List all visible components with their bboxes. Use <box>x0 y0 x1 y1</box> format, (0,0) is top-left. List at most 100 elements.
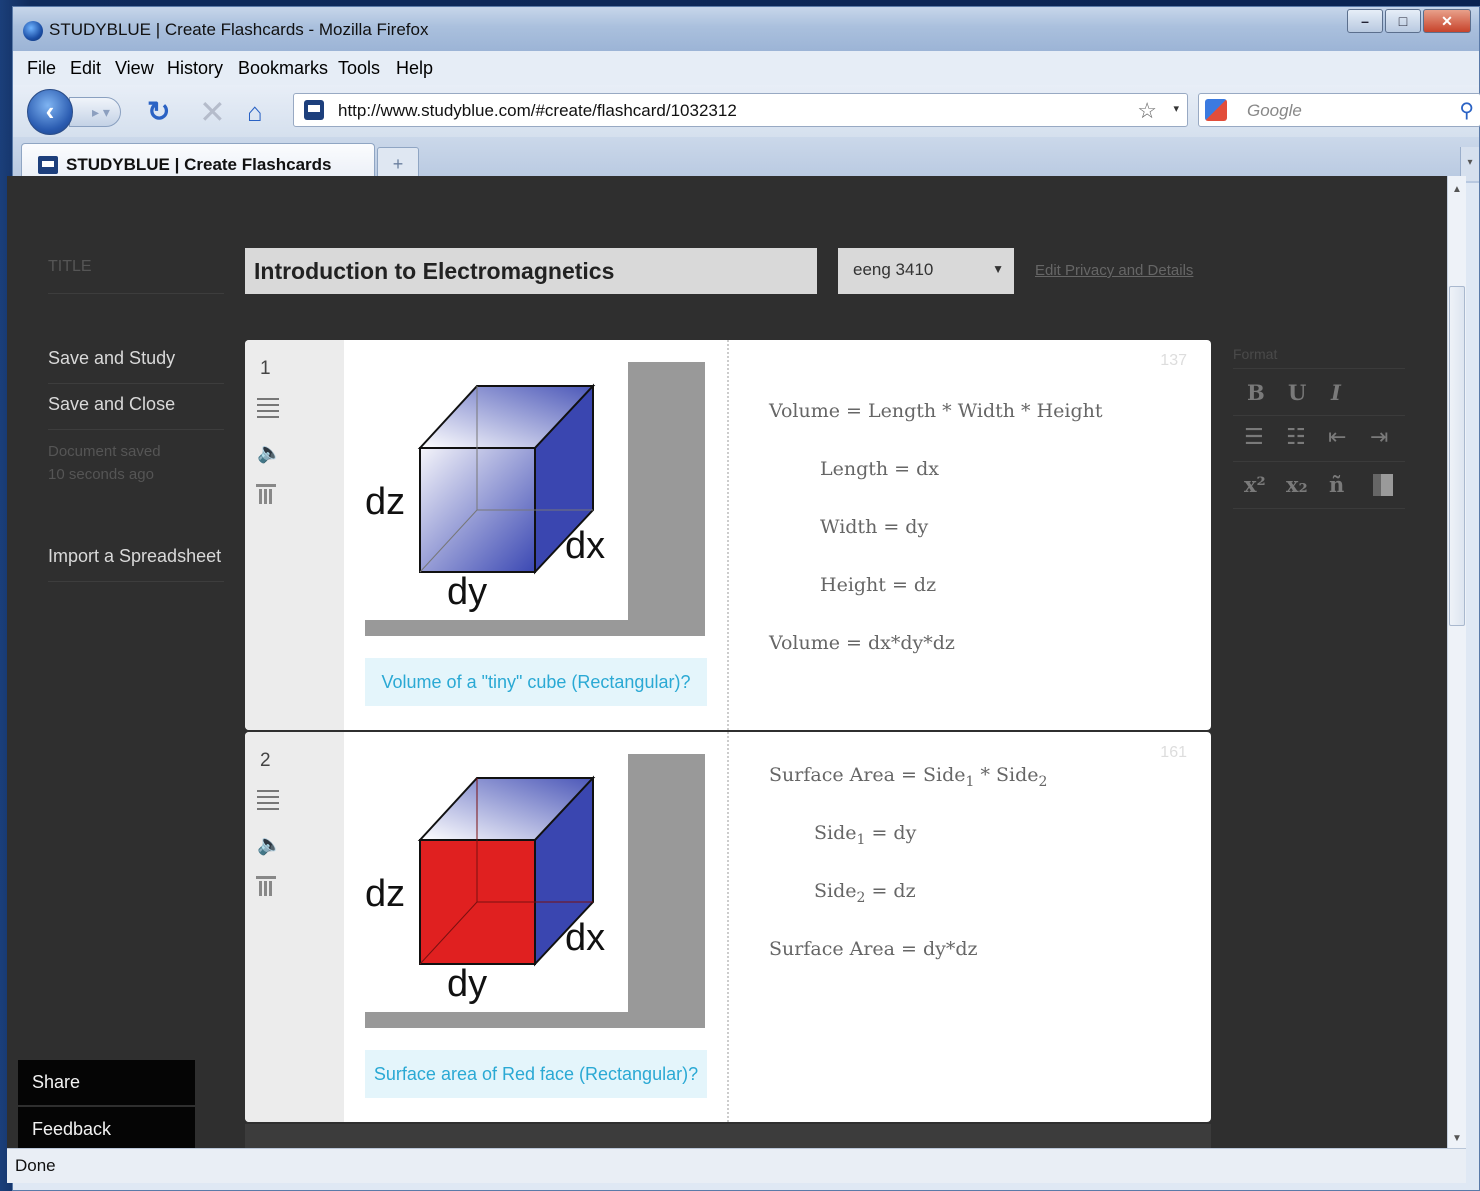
color-icon[interactable] <box>1373 474 1393 496</box>
trash-icon[interactable] <box>256 484 276 504</box>
share-button[interactable]: Share <box>18 1060 195 1105</box>
superscript-button[interactable]: x² <box>1244 472 1266 497</box>
search-box[interactable]: Google ⚲ <box>1198 93 1480 127</box>
bookmark-star-icon[interactable]: ☆ <box>1137 98 1157 124</box>
answer-text: * Side <box>974 764 1039 786</box>
divider <box>48 383 224 384</box>
status-text: Done <box>15 1156 56 1175</box>
site-icon <box>304 100 324 120</box>
indent-icon[interactable]: ⇥ <box>1370 425 1388 450</box>
italic-button[interactable]: I <box>1331 380 1341 405</box>
feedback-button[interactable]: Feedback <box>18 1107 195 1148</box>
course-value: eeng 3410 <box>853 260 934 279</box>
menu-help[interactable]: Help <box>396 58 433 79</box>
underline-button[interactable]: U <box>1288 380 1306 405</box>
chevron-down-icon: ▼ <box>992 262 1004 276</box>
card-image[interactable]: dz dx dy <box>365 362 705 636</box>
url-dropdown-icon[interactable]: ▾ <box>1173 102 1179 115</box>
answer-line[interactable]: Side1 = dy <box>814 822 916 848</box>
menu-edit[interactable]: Edit <box>70 58 101 79</box>
answer-text: = dy <box>865 822 917 844</box>
dz-label: dz <box>365 481 405 523</box>
menu-history[interactable]: History <box>167 58 223 79</box>
save-and-study-link[interactable]: Save and Study <box>48 348 175 369</box>
answer-text: Side <box>814 880 857 902</box>
window-controls: – □ ✕ <box>1347 9 1471 33</box>
back-button[interactable]: ‹ <box>27 89 73 135</box>
url-bar[interactable]: http://www.studyblue.com/#create/flashca… <box>293 93 1188 127</box>
scroll-thumb[interactable] <box>1449 286 1465 626</box>
subscript: 2 <box>1038 773 1048 790</box>
course-select[interactable]: eeng 3410 ▼ <box>838 248 1014 294</box>
question-field[interactable]: Surface area of Red face (Rectangular)? <box>365 1050 707 1098</box>
home-icon[interactable]: ⌂ <box>247 97 263 128</box>
cube-diagram: dz dx dy <box>365 362 705 636</box>
answer-line[interactable]: Surface Area = Side1 * Side2 <box>769 764 1047 790</box>
maximize-button[interactable]: □ <box>1385 9 1421 33</box>
divider <box>1233 461 1405 462</box>
reorder-icon[interactable] <box>257 398 279 422</box>
answer-line[interactable]: Height = dz <box>820 574 936 596</box>
reorder-icon[interactable] <box>257 790 279 814</box>
answer-line[interactable]: Surface Area = dy*dz <box>769 938 978 960</box>
char-count: 137 <box>1160 352 1187 369</box>
answer-text: Surface Area = Side <box>769 764 966 786</box>
page-scrollbar[interactable]: ▲ ▼ <box>1447 176 1466 1148</box>
menu-bookmarks[interactable]: Bookmarks <box>238 58 328 79</box>
trash-icon[interactable] <box>256 876 276 896</box>
char-count: 161 <box>1160 744 1187 761</box>
forward-button[interactable]: ▸ ▾ <box>69 97 121 127</box>
search-placeholder[interactable]: Google <box>1247 101 1302 121</box>
minimize-button[interactable]: – <box>1347 9 1383 33</box>
close-button[interactable]: ✕ <box>1423 9 1471 33</box>
answer-line[interactable]: Width = dy <box>820 516 928 538</box>
card-number: 2 <box>260 750 271 771</box>
back-icon: ‹ <box>45 96 55 126</box>
google-icon[interactable] <box>1205 99 1227 121</box>
format-label: Format <box>1233 346 1278 362</box>
divider <box>1233 368 1405 369</box>
cube-diagram: dz dx dy <box>365 754 705 1028</box>
numbered-list-icon[interactable]: ☷ <box>1286 425 1306 450</box>
speaker-icon[interactable]: 🔈 <box>257 440 282 465</box>
card-image[interactable]: dz dx dy <box>365 754 705 1028</box>
bold-button[interactable]: B <box>1247 380 1265 405</box>
title-bar: STUDYBLUE | Create Flashcards - Mozilla … <box>13 7 1479 51</box>
forward-icon: ▸ ▾ <box>92 104 110 120</box>
next-card-placeholder <box>245 1124 1211 1148</box>
special-char-button[interactable]: ñ <box>1329 472 1344 497</box>
answer-line[interactable]: Volume = dx*dy*dz <box>769 632 955 654</box>
flashcard: 1 🔈 dz dx dy Volume of a "tiny" cube (Re… <box>245 340 1211 730</box>
tab-label: STUDYBLUE | Create Flashcards <box>66 155 332 174</box>
reload-icon[interactable]: ↻ <box>147 95 170 128</box>
answer-line[interactable]: Length = dx <box>820 458 939 480</box>
divider <box>48 581 224 582</box>
save-status-time: 10 seconds ago <box>48 466 154 483</box>
menu-file[interactable]: File <box>27 58 56 79</box>
edit-privacy-link[interactable]: Edit Privacy and Details <box>1035 262 1193 279</box>
outdent-icon[interactable]: ⇤ <box>1328 425 1346 450</box>
question-field[interactable]: Volume of a "tiny" cube (Rectangular)? <box>365 658 707 706</box>
subscript-button[interactable]: x₂ <box>1286 472 1308 497</box>
import-spreadsheet-link[interactable]: Import a Spreadsheet <box>48 546 221 567</box>
answer-line[interactable]: Side2 = dz <box>814 880 916 906</box>
bullet-list-icon[interactable]: ☰ <box>1244 425 1264 450</box>
speaker-icon[interactable]: 🔈 <box>257 832 282 857</box>
dx-label: dx <box>565 525 605 567</box>
scroll-up-icon[interactable]: ▲ <box>1452 184 1462 195</box>
menu-tools[interactable]: Tools <box>338 58 380 79</box>
status-bar: Done <box>7 1148 1466 1183</box>
scroll-down-icon[interactable]: ▼ <box>1452 1133 1462 1144</box>
stop-icon[interactable]: ✕ <box>199 93 226 131</box>
save-and-close-link[interactable]: Save and Close <box>48 394 175 415</box>
divider <box>1233 415 1405 416</box>
search-icon[interactable]: ⚲ <box>1459 98 1474 123</box>
menu-view[interactable]: View <box>115 58 154 79</box>
page-content: TITLE Introduction to Electromagnetics e… <box>7 176 1447 1148</box>
deck-title-input[interactable]: Introduction to Electromagnetics <box>245 248 817 294</box>
card-divider <box>727 732 729 1122</box>
menu-bar: File Edit View History Bookmarks Tools H… <box>13 51 1479 85</box>
url-text[interactable]: http://www.studyblue.com/#create/flashca… <box>338 101 737 121</box>
answer-line[interactable]: Volume = Length * Width * Height <box>769 400 1103 422</box>
title-label: TITLE <box>48 258 92 275</box>
